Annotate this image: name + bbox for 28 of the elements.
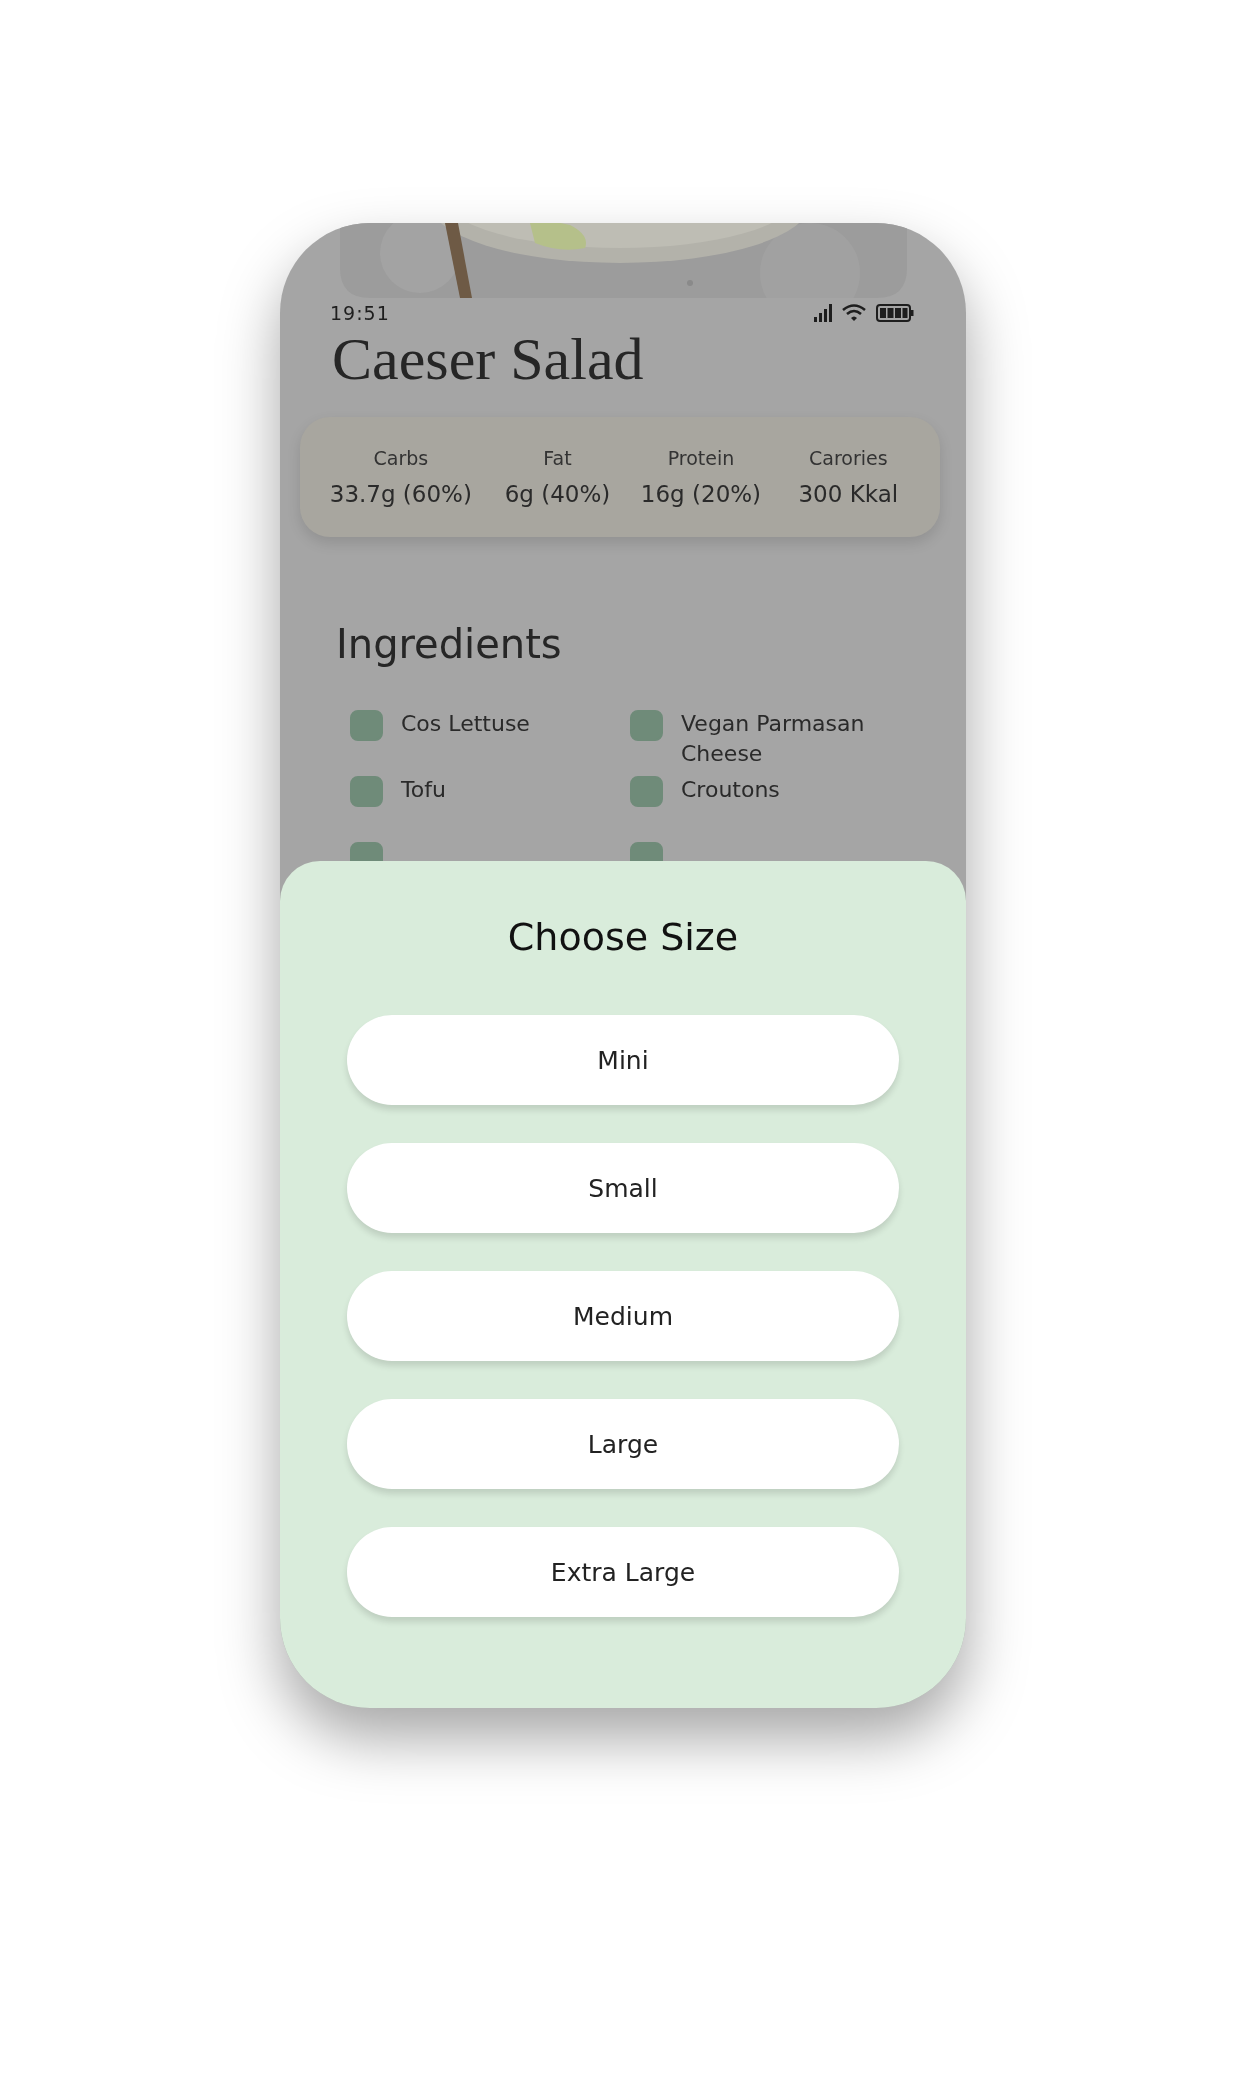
nutrient-label: Carbs [373,447,429,469]
ingredient-label: Croutons [681,776,780,804]
checkbox[interactable] [350,710,383,741]
nutrient-value: 16g (20%) [640,481,762,507]
checkbox[interactable] [630,776,663,807]
nutrient-value: 33.7g (60%) [329,481,472,507]
ingredient-label: Tofu [401,776,446,804]
nutrient-value: 300 Kkal [798,481,899,507]
size-option[interactable]: Mini [347,1015,899,1105]
size-option[interactable]: Large [347,1399,899,1489]
checkbox[interactable] [630,710,663,741]
status-time: 19:51 [330,302,390,324]
nutrient-label: Protein [667,447,735,469]
wifi-icon [842,304,866,322]
checkbox[interactable] [350,776,383,807]
section-heading: Ingredients [336,621,562,667]
ingredient-label: Vegan Parmasan Cheese [681,710,866,768]
nutrient-label: Fat [543,447,572,469]
nutrient-label: Carories [809,447,888,469]
size-option[interactable]: Extra Large [347,1527,899,1617]
signal-icon [814,304,832,322]
battery-icon [876,304,914,322]
nutrient-value: 6g (40%) [504,481,611,507]
recipe-title: Caeser Salad [332,325,644,393]
size-option[interactable]: Small [347,1143,899,1233]
ingredient-label: Cos Lettuse [401,710,530,738]
sheet-title: Choose Size [507,915,739,959]
size-option[interactable]: Medium [347,1271,899,1361]
